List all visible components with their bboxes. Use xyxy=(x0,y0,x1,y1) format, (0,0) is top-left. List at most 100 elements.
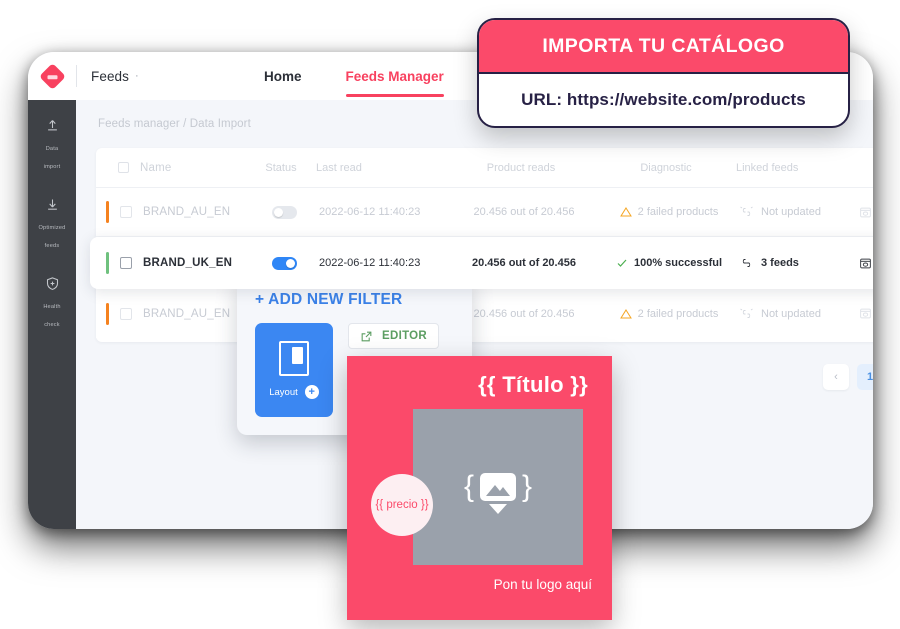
callout-heading: IMPORTA TU CATÁLOGO xyxy=(479,20,848,74)
broken-link-icon xyxy=(740,308,753,318)
brace-left: { xyxy=(463,470,474,503)
cell-status[interactable] xyxy=(249,205,319,219)
preview-icon[interactable] xyxy=(859,307,872,320)
cell-last-read: 2022-06-12 11:40:23 xyxy=(319,206,421,218)
sidebar-label: Health xyxy=(43,304,61,310)
product-image-placeholder: { } xyxy=(413,409,583,565)
price-badge: {{ precio }} xyxy=(371,474,433,536)
cell-last-read: 2022-06-12 11:40:23 xyxy=(319,257,421,269)
sidebar-item-optimized-feeds[interactable]: Optimized feeds xyxy=(28,197,76,252)
row-checkbox[interactable] xyxy=(109,206,143,218)
row-checkbox[interactable] xyxy=(109,307,143,320)
screenshot-root: Feeds · Home Feeds Manager Go Data impor… xyxy=(0,0,900,629)
sidebar-item-data-import[interactable]: Data import xyxy=(28,118,76,173)
broken-link-icon xyxy=(740,206,753,216)
select-all-checkbox[interactable] xyxy=(106,162,140,173)
divider xyxy=(76,65,77,87)
health-shield-icon xyxy=(46,277,58,291)
linked-feeds-text: 3 feeds xyxy=(761,257,799,269)
image-placeholder-group: { } xyxy=(463,470,533,514)
cell-linked-feeds: 3 feeds xyxy=(739,257,859,269)
column-header-product-reads[interactable]: Product reads xyxy=(446,162,596,174)
brand-name: Feeds xyxy=(91,68,130,84)
cell-linked-feeds: Not updated xyxy=(739,206,859,218)
tab-feeds-manager[interactable]: Feeds Manager xyxy=(345,52,445,100)
brace-right: } xyxy=(522,470,533,503)
cell-diagnostic: 2 failed products xyxy=(599,308,739,320)
column-header-diagnostic[interactable]: Diagnostic xyxy=(596,162,736,174)
external-link-icon xyxy=(361,331,372,341)
pagination-page-1[interactable]: 1 xyxy=(857,364,873,390)
diagnostic-text: 2 failed products xyxy=(637,206,719,218)
check-icon xyxy=(617,259,627,267)
tab-home[interactable]: Home xyxy=(264,52,302,100)
checkbox-icon xyxy=(117,162,129,173)
sidebar-label: import xyxy=(43,164,61,170)
logo-placeholder-text: Pon tu logo aquí xyxy=(493,577,592,592)
column-header-linked-feeds[interactable]: Linked feeds xyxy=(736,162,856,174)
editor-label: EDITOR xyxy=(382,330,428,342)
checkbox-icon xyxy=(120,257,132,269)
checkbox-icon xyxy=(120,206,132,218)
editor-button[interactable]: EDITOR xyxy=(348,323,440,349)
main-nav: Home Feeds Manager Go xyxy=(264,52,507,100)
callout-url[interactable]: URL: https://website.com/products xyxy=(479,74,848,126)
cell-name: BRAND_AU_EN xyxy=(143,206,231,218)
download-icon xyxy=(47,199,57,210)
cell-name: BRAND_UK_EN xyxy=(143,257,233,269)
preview-icon[interactable] xyxy=(859,206,872,219)
sidebar-label: check xyxy=(44,322,60,328)
caret-down-icon xyxy=(489,504,507,514)
sidebar-item-health-check[interactable]: Health check xyxy=(28,276,76,331)
layout-label: Layout xyxy=(269,386,298,398)
table-row[interactable]: BRAND_AU_EN 2022-06-12 11:40:23 20.456 o… xyxy=(96,188,873,237)
warning-triangle-icon xyxy=(619,207,632,217)
diagnostic-text: 100% successful xyxy=(633,257,723,269)
linked-feeds-text: Not updated xyxy=(761,206,821,218)
preview-icon[interactable] xyxy=(859,257,872,270)
linked-feeds-text: Not updated xyxy=(761,307,821,320)
layout-icon xyxy=(279,341,309,376)
column-header-last-read[interactable]: Last read xyxy=(316,162,446,174)
sidebar-label: Data xyxy=(45,146,59,152)
chevron-down-icon[interactable]: · xyxy=(135,70,139,82)
cell-name: BRAND_AU_EN xyxy=(143,307,231,320)
product-title-placeholder: {{ Título }} xyxy=(478,372,588,397)
plus-icon[interactable]: + xyxy=(304,385,319,399)
product-template-card: {{ Título }} { } {{ precio }} Pon tu log… xyxy=(347,356,612,620)
column-header-name[interactable]: Name xyxy=(140,162,246,174)
pagination-prev[interactable]: ‹ xyxy=(823,364,849,390)
cell-linked-feeds: Not updated xyxy=(739,308,859,320)
warning-triangle-icon xyxy=(619,308,632,318)
cell-diagnostic: 2 failed products xyxy=(599,206,739,218)
diamond-logo-icon xyxy=(38,62,66,90)
brand-logo[interactable] xyxy=(28,62,76,90)
layout-label-row: Layout + xyxy=(269,385,319,399)
diagnostic-text: 2 failed products xyxy=(637,307,719,320)
table-row[interactable]: BRAND_AU_EN 2022-06-12 11:40:23 20.456 o… xyxy=(96,289,873,338)
layout-tile[interactable]: Layout + xyxy=(255,323,333,417)
row-actions xyxy=(859,206,873,219)
sidebar: Data import Optimized feeds Health check xyxy=(28,100,76,529)
feeds-table: Name Status Last read Product reads Diag… xyxy=(90,148,873,342)
add-new-filter-title[interactable]: + ADD NEW FILTER xyxy=(255,291,454,309)
sidebar-label: feeds xyxy=(44,243,60,249)
cell-diagnostic: 100% successful xyxy=(599,257,739,269)
status-toggle[interactable] xyxy=(271,256,297,270)
sidebar-label: Optimized xyxy=(38,225,66,231)
column-header-status[interactable]: Status xyxy=(246,162,316,174)
import-catalog-callout: IMPORTA TU CATÁLOGO URL: https://website… xyxy=(477,18,850,128)
cell-status[interactable] xyxy=(249,256,319,270)
upload-icon xyxy=(47,120,57,131)
table-row[interactable]: BRAND_UK_EN 2022-06-12 11:40:23 20.456 o… xyxy=(90,237,873,289)
link-icon xyxy=(742,259,751,267)
row-actions xyxy=(859,257,873,270)
cell-product-reads: 20.456 out of 20.456 xyxy=(472,257,576,269)
cell-product-reads: 20.456 out of 20.456 xyxy=(473,206,575,218)
image-placeholder-icon xyxy=(480,473,516,501)
status-toggle[interactable] xyxy=(271,205,297,219)
row-actions xyxy=(859,307,873,320)
table-header-row: Name Status Last read Product reads Diag… xyxy=(96,148,873,188)
checkbox-icon xyxy=(120,307,132,320)
row-checkbox[interactable] xyxy=(109,257,143,269)
